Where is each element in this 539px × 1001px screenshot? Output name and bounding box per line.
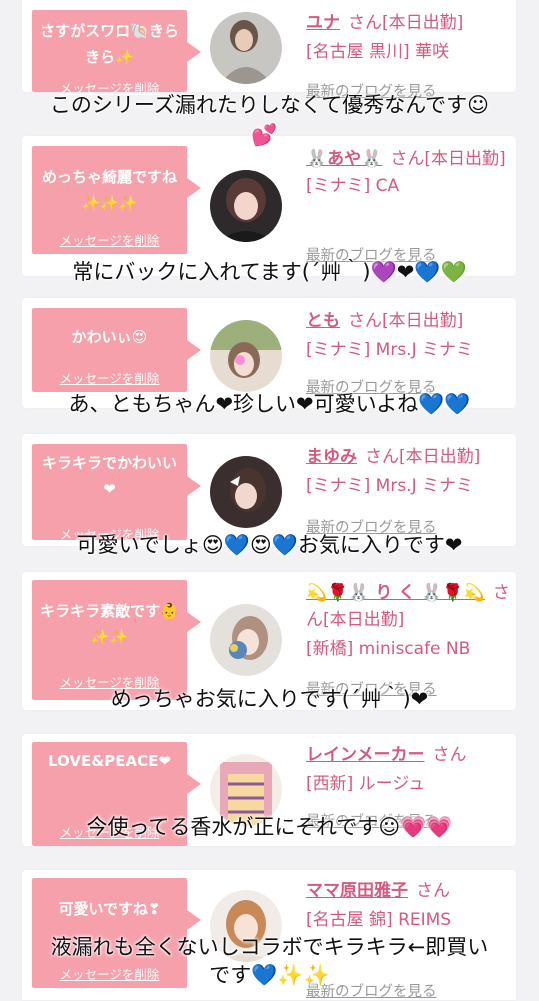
message-text: 可愛いですね❣ xyxy=(58,900,161,918)
delete-message-link[interactable]: メッセージを削除 xyxy=(32,368,187,387)
message-bubble: かわいぃ😍 メッセージを削除 xyxy=(32,308,201,392)
girl-info: 💫🌹🐰 り く 🐰🌹💫 さん[本日出勤] [新橋] miniscafe NB xyxy=(306,580,510,663)
shop-text: [ミナミ] Mrs.J ミナミ xyxy=(306,476,474,496)
avatar[interactable] xyxy=(210,456,282,528)
message-text: キラキラ素敵です👶✨✨ xyxy=(40,602,179,646)
message-bubble: キラキラでかわいい❤ メッセージを削除 xyxy=(32,444,201,542)
avatar[interactable] xyxy=(210,604,282,676)
avatar[interactable] xyxy=(210,320,282,392)
message-bubble: キラキラ素敵です👶✨✨ メッセージを削除 xyxy=(32,580,201,700)
message-text: さすがスワロ🐚きらきら✨ xyxy=(40,22,179,66)
shop-text: [名古屋 錦] REIMS xyxy=(306,910,452,930)
girl-info: まゆみ さん[本日出勤] [ミナミ] Mrs.J ミナミ xyxy=(306,444,510,500)
girl-card: めっちゃ綺麗ですね✨✨✨ メッセージを削除 🐰あや🐰 さん[本日出勤] [ミナミ]… xyxy=(22,136,516,276)
status-text: さん xyxy=(416,881,450,901)
shop-text: [名古屋 黒川] 華咲 xyxy=(306,42,450,62)
girl-card: さすがスワロ🐚きらきら✨ メッセージを削除 ユナ さん[本日出勤] [名古屋 黒川… xyxy=(22,0,516,100)
avatar[interactable] xyxy=(210,12,282,84)
overlay-caption: 今使ってる香水が正にそれです☺💗💗 xyxy=(86,815,453,839)
overlay-caption: めっちゃお気に入りです(´艸｀)❤ xyxy=(110,687,429,711)
shop-text: [ミナミ] CA xyxy=(306,176,400,196)
status-text: さん[本日出勤] xyxy=(365,447,481,467)
girl-name-link[interactable]: ユナ xyxy=(306,13,340,33)
overlay-caption: あ、ともちゃん❤珍しい❤可愛いよね💙💙 xyxy=(68,392,471,416)
message-bubble: さすがスワロ🐚きらきら✨ メッセージを削除 xyxy=(32,10,201,96)
message-bubble: めっちゃ綺麗ですね✨✨✨ メッセージを削除 xyxy=(32,146,201,254)
girl-info: とも さん[本日出勤] [ミナミ] Mrs.J ミナミ xyxy=(306,308,510,364)
shop-text: [新橋] miniscafe NB xyxy=(306,639,471,659)
girl-name-link[interactable]: レインメーカー xyxy=(306,745,425,765)
message-text: めっちゃ綺麗ですね✨✨✨ xyxy=(41,168,177,212)
status-text: さん[本日出勤] xyxy=(348,311,464,331)
girl-name-link[interactable]: まゆみ xyxy=(306,447,357,467)
overlay-caption: 可愛いでしょ😍💙😍💙お気に入りです❤ xyxy=(76,533,463,557)
overlay-caption-emoji: 💕 xyxy=(251,123,278,147)
girl-name-link[interactable]: ママ原田雅子 xyxy=(306,881,408,901)
avatar[interactable] xyxy=(210,170,282,242)
shop-text: [西新] ルージュ xyxy=(306,774,426,794)
girl-info: 🐰あや🐰 さん[本日出勤] [ミナミ] CA xyxy=(306,146,510,200)
overlay-caption: です💙✨✨ xyxy=(209,963,330,987)
girl-info: ママ原田雅子 さん [名古屋 錦] REIMS xyxy=(306,878,510,934)
girl-info: レインメーカー さん [西新] ルージュ xyxy=(306,742,510,798)
overlay-caption: 常にバックに入れてます(´艸｀)💜❤💙💚 xyxy=(72,260,467,284)
status-text: さん[本日出勤] xyxy=(390,149,506,169)
status-text: さん[本日出勤] xyxy=(348,13,464,33)
message-text: かわいぃ😍 xyxy=(71,328,148,346)
message-text: LOVE&PEACE❤ xyxy=(48,752,171,770)
girl-name-link[interactable]: とも xyxy=(306,311,340,331)
delete-message-link[interactable]: メッセージを削除 xyxy=(32,230,187,249)
girl-name-link[interactable]: 💫🌹🐰 り く 🐰🌹💫 xyxy=(306,583,485,603)
message-text: キラキラでかわいい❤ xyxy=(41,454,177,498)
girl-name-link[interactable]: 🐰あや🐰 xyxy=(306,149,382,169)
shop-text: [ミナミ] Mrs.J ミナミ xyxy=(306,340,474,360)
status-text: さん xyxy=(432,745,467,765)
overlay-caption: このシリーズ漏れたりしなくて優秀なんです☺ xyxy=(49,93,490,117)
overlay-caption: 液漏れも全くないしコラボでキラキラ←即買い xyxy=(50,935,489,959)
girl-info: ユナ さん[本日出勤] [名古屋 黒川] 華咲 xyxy=(306,10,510,66)
